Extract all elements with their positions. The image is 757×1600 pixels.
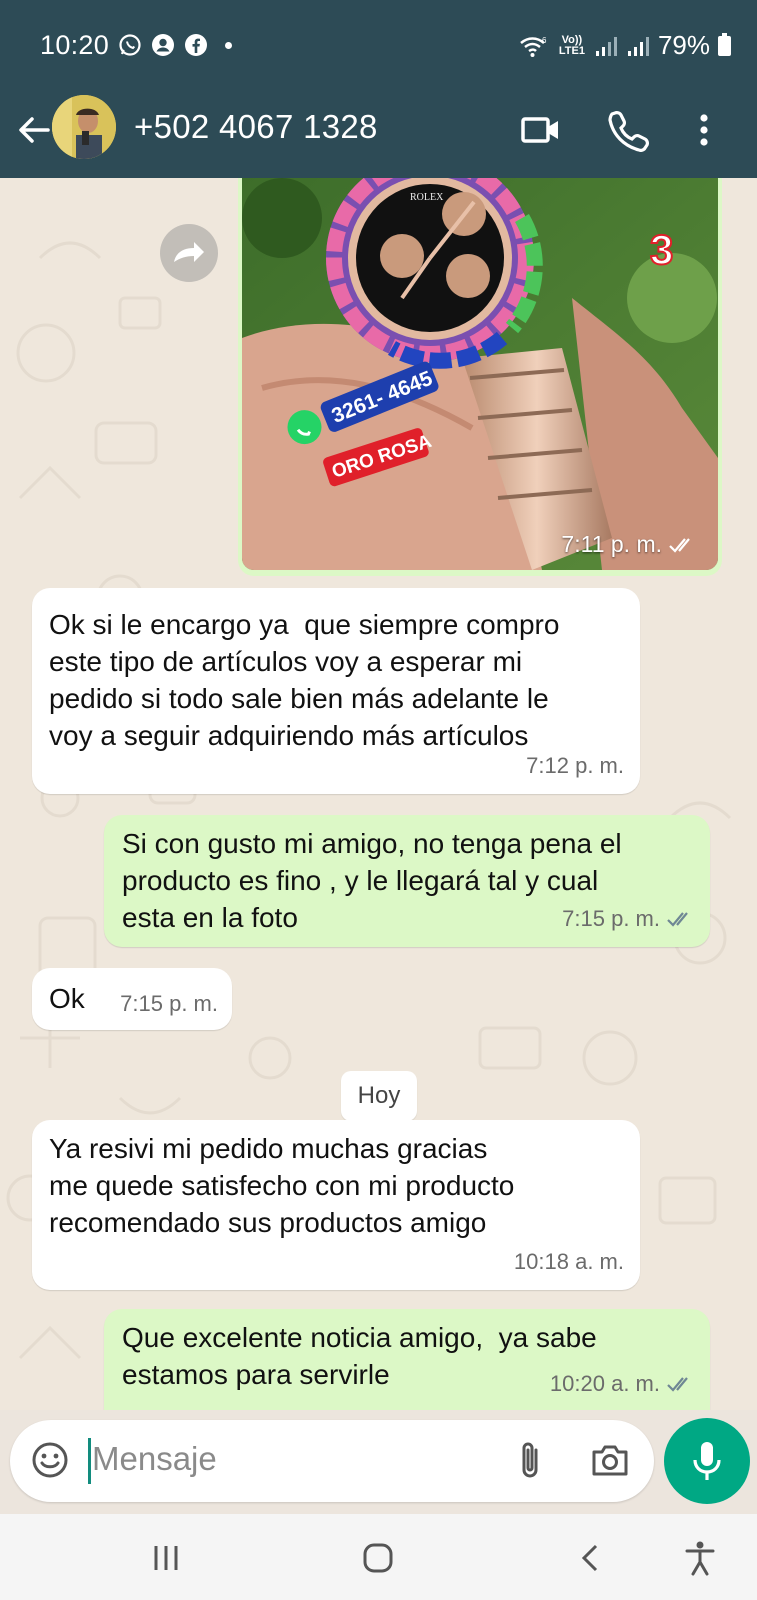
notification-icons [118,33,232,57]
message-time: 7:15 p. m. [120,991,218,1016]
message-text: Que excelente noticia amigo, ya sabe est… [122,1322,597,1390]
message-text: Si con gusto mi amigo, no tenga pena el … [122,828,622,933]
svg-text:6: 6 [542,36,547,45]
message-meta: 10:20 a. m. [550,1365,694,1402]
attach-icon[interactable] [510,1438,550,1484]
mic-button[interactable] [664,1418,750,1504]
back-arrow-icon[interactable] [14,110,54,150]
forward-icon [174,242,204,262]
more-vert-icon[interactable] [682,108,726,152]
image-meta: 7:11 p. m. [561,531,696,558]
message-bubble-incoming[interactable]: Ya resivi mi pedido muchas gracias me qu… [32,1120,640,1290]
message-meta: 7:12 p. m. [526,747,624,784]
status-right: 6 Vo)) LTE1 79% [518,30,731,61]
chat-header: +502 4067 1328 [0,90,757,178]
read-ticks-icon [669,537,690,553]
wifi-icon: 6 [520,36,547,57]
home-icon[interactable] [358,1538,398,1578]
message-text: Ok si le encargo ya que siempre compro e… [49,609,560,751]
battery-icon [718,32,731,56]
message-meta: 7:15 p. m. [562,900,694,937]
message-text: Ok [49,983,85,1014]
message-bubble-outgoing[interactable]: Que excelente noticia amigo, ya sabe est… [104,1309,710,1410]
account-icon [152,34,174,56]
phone-icon[interactable] [605,108,649,152]
facebook-icon [185,34,207,56]
avatar[interactable] [52,95,116,159]
more-notifications-dot [225,41,232,49]
message-time: 10:18 a. m. [513,1249,624,1274]
message-input[interactable]: Mensaje [92,1440,217,1478]
contact-name[interactable]: +502 4067 1328 [134,108,378,146]
message-time: 7:11 p. m. [561,531,662,557]
camera-icon[interactable] [588,1440,632,1480]
message-bubble-incoming[interactable]: Ok 7:15 p. m. [32,968,232,1030]
chat-area[interactable]: ROLEX 3 3261- 4645 ORO ROSA 7:11 p. m. O… [0,178,757,1410]
accessibility-icon[interactable] [680,1538,720,1578]
back-icon[interactable] [572,1538,612,1578]
status-time: 10:20 [40,30,110,60]
message-meta: 7:15 p. m. [120,985,218,1022]
signal-2-icon [627,36,649,56]
day-separator: Hoy [341,1071,417,1121]
video-call-icon[interactable] [519,108,563,152]
recents-icon[interactable] [146,1538,186,1578]
read-ticks-icon [667,911,688,927]
photo-badge-number: 3 [650,226,673,273]
message-meta: 10:18 a. m. [514,1243,624,1280]
image-message[interactable]: ROLEX 3 3261- 4645 ORO ROSA 7:11 p. m. [238,178,722,576]
volte-icon: Vo)) LTE1 [558,33,586,57]
message-bubble-outgoing[interactable]: Si con gusto mi amigo, no tenga pena el … [104,815,710,947]
watch-brand: ROLEX [410,192,444,203]
message-text: Ya resivi mi pedido muchas gracias me qu… [49,1133,515,1238]
battery-percent: 79% [657,30,710,60]
message-bubble-incoming[interactable]: Ok si le encargo ya que siempre compro e… [32,588,640,794]
watch-photo[interactable]: ROLEX 3 3261- 4645 ORO ROSA 7:11 p. m. [242,178,718,570]
read-ticks-icon [667,1376,688,1392]
message-time: 7:12 p. m. [526,753,624,778]
status-bar: 10:20 6 Vo)) LTE1 79% [0,0,757,90]
network-label: Vo)) LTE1 [558,33,585,57]
whatsapp-icon [119,34,141,56]
message-time: 7:15 p. m. [562,906,660,931]
forward-button[interactable] [160,224,218,282]
signal-1-icon [595,36,617,56]
text-cursor [88,1438,91,1484]
mic-icon [693,1442,721,1480]
message-composer[interactable]: Mensaje [10,1420,654,1502]
system-nav-bar [0,1514,757,1600]
emoji-icon[interactable] [30,1440,70,1480]
message-time: 10:20 a. m. [549,1371,660,1396]
